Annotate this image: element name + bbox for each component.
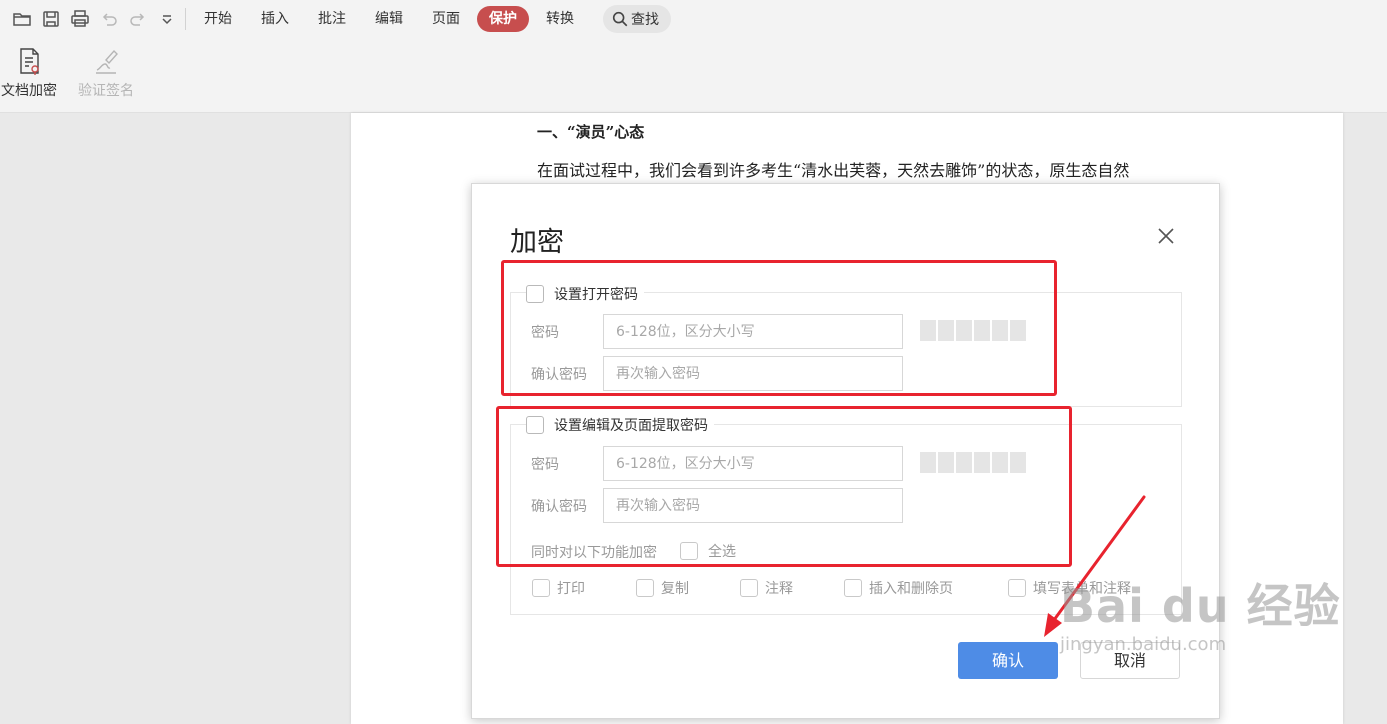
watermark-main: Bai du 经验 (1060, 579, 1341, 633)
watermark-logo: Bai du 经验 jingyan.baidu.com (1060, 570, 1341, 655)
watermark-sub: jingyan.baidu.com (1060, 634, 1227, 655)
